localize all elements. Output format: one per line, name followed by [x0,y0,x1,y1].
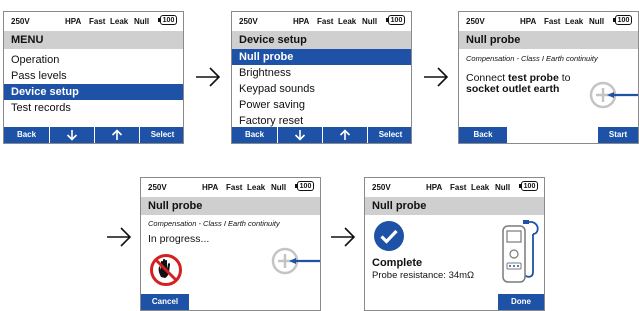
fast-label: Fast [317,17,334,26]
status-bar: 250V HPA Fast Leak Null 100 [232,12,411,30]
instruction-text-line2: socket outlet earth [466,83,560,95]
page-title: Null probe [141,197,320,215]
button-bar: Back Select [4,127,183,143]
down-arrow-icon [66,130,78,141]
battery-icon: 100 [386,15,405,25]
null-label: Null [362,17,378,26]
back-button[interactable]: Back [4,127,49,143]
menu-item-pass-levels[interactable]: Pass levels [4,68,183,84]
status-bar: 250V HPA Fast Leak Null 100 [141,178,320,196]
down-button[interactable] [278,127,322,143]
leak-label: Leak [110,17,129,26]
complete-text: Complete [372,257,423,269]
page-title: Null probe [365,197,544,215]
done-button[interactable]: Done [498,294,544,310]
fast-label: Fast [89,17,106,26]
page-title: Null probe [459,31,638,49]
voltage-label: 250V [148,183,167,192]
select-button[interactable]: Select [368,127,411,143]
flow-arrow-icon [331,227,356,247]
menu-item-brightness[interactable]: Brightness [232,65,411,81]
do-not-touch-icon [150,254,182,286]
up-button[interactable] [95,127,139,143]
menu-item-test-records[interactable]: Test records [4,100,183,116]
menu-item-device-setup[interactable]: Device setup [4,84,183,100]
leak-label: Leak [247,183,266,192]
progress-text: In progress... [148,233,210,245]
screen-null-probe-complete: 250V HPA Fast Leak Null 100 Null probe C… [364,177,545,311]
battery-icon: 100 [613,15,632,25]
hpa-label: HPA [520,17,537,26]
up-button[interactable] [323,127,367,143]
hpa-label: HPA [293,17,310,26]
flow-arrow-icon [424,67,449,87]
start-button[interactable]: Start [598,127,638,143]
status-bar: 250V HPA Fast Leak Null 100 [459,12,638,30]
leak-label: Leak [471,183,490,192]
fast-label: Fast [226,183,243,192]
subtitle: Compensation - Class I Earth continuity [148,219,280,228]
battery-icon: 100 [295,181,314,191]
socket-probe-icon [271,247,320,275]
flow-arrow-icon [107,227,132,247]
cancel-button[interactable]: Cancel [141,294,189,310]
screen-null-probe-progress: 250V HPA Fast Leak Null 100 Null probe C… [140,177,321,311]
back-button[interactable]: Back [232,127,277,143]
up-arrow-icon [111,129,123,140]
null-label: Null [271,183,287,192]
flow-arrow-icon [196,67,221,87]
fast-label: Fast [544,17,561,26]
hpa-label: HPA [426,183,443,192]
status-bar: 250V HPA Fast Leak Null 100 [365,178,544,196]
voltage-label: 250V [11,17,30,26]
menu-item-keypad-sounds[interactable]: Keypad sounds [232,81,411,97]
page-title: Device setup [232,31,411,49]
screen-device-setup: 250V HPA Fast Leak Null 100 Device setup… [231,11,412,144]
socket-probe-icon [589,81,638,109]
down-arrow-icon [294,130,306,141]
down-button[interactable] [50,127,94,143]
check-circle-icon [374,221,404,251]
leak-label: Leak [338,17,357,26]
menu-item-operation[interactable]: Operation [4,52,183,68]
up-arrow-icon [339,129,351,140]
tester-device-icon [502,220,539,283]
leak-label: Leak [565,17,584,26]
battery-icon: 100 [158,15,177,25]
menu-item-power-saving[interactable]: Power saving [232,97,411,113]
hpa-label: HPA [65,17,82,26]
status-bar: 250V HPA Fast Leak Null 100 [4,12,183,30]
subtitle: Compensation - Class I Earth continuity [466,54,598,63]
hpa-label: HPA [202,183,219,192]
null-label: Null [495,183,511,192]
fast-label: Fast [450,183,467,192]
button-bar: Back Select [232,127,411,143]
screen-null-probe-connect: 250V HPA Fast Leak Null 100 Null probe C… [458,11,639,144]
page-title: MENU [4,31,183,49]
null-label: Null [134,17,150,26]
voltage-label: 250V [466,17,485,26]
probe-resistance-text: Probe resistance: 34mΩ [372,270,475,281]
null-label: Null [589,17,605,26]
menu-item-null-probe[interactable]: Null probe [232,49,411,65]
voltage-label: 250V [239,17,258,26]
select-button[interactable]: Select [140,127,183,143]
back-button[interactable]: Back [459,127,507,143]
battery-icon: 100 [519,181,538,191]
screen-menu: 250V HPA Fast Leak Null 100 MENU Operati… [3,11,184,144]
voltage-label: 250V [372,183,391,192]
